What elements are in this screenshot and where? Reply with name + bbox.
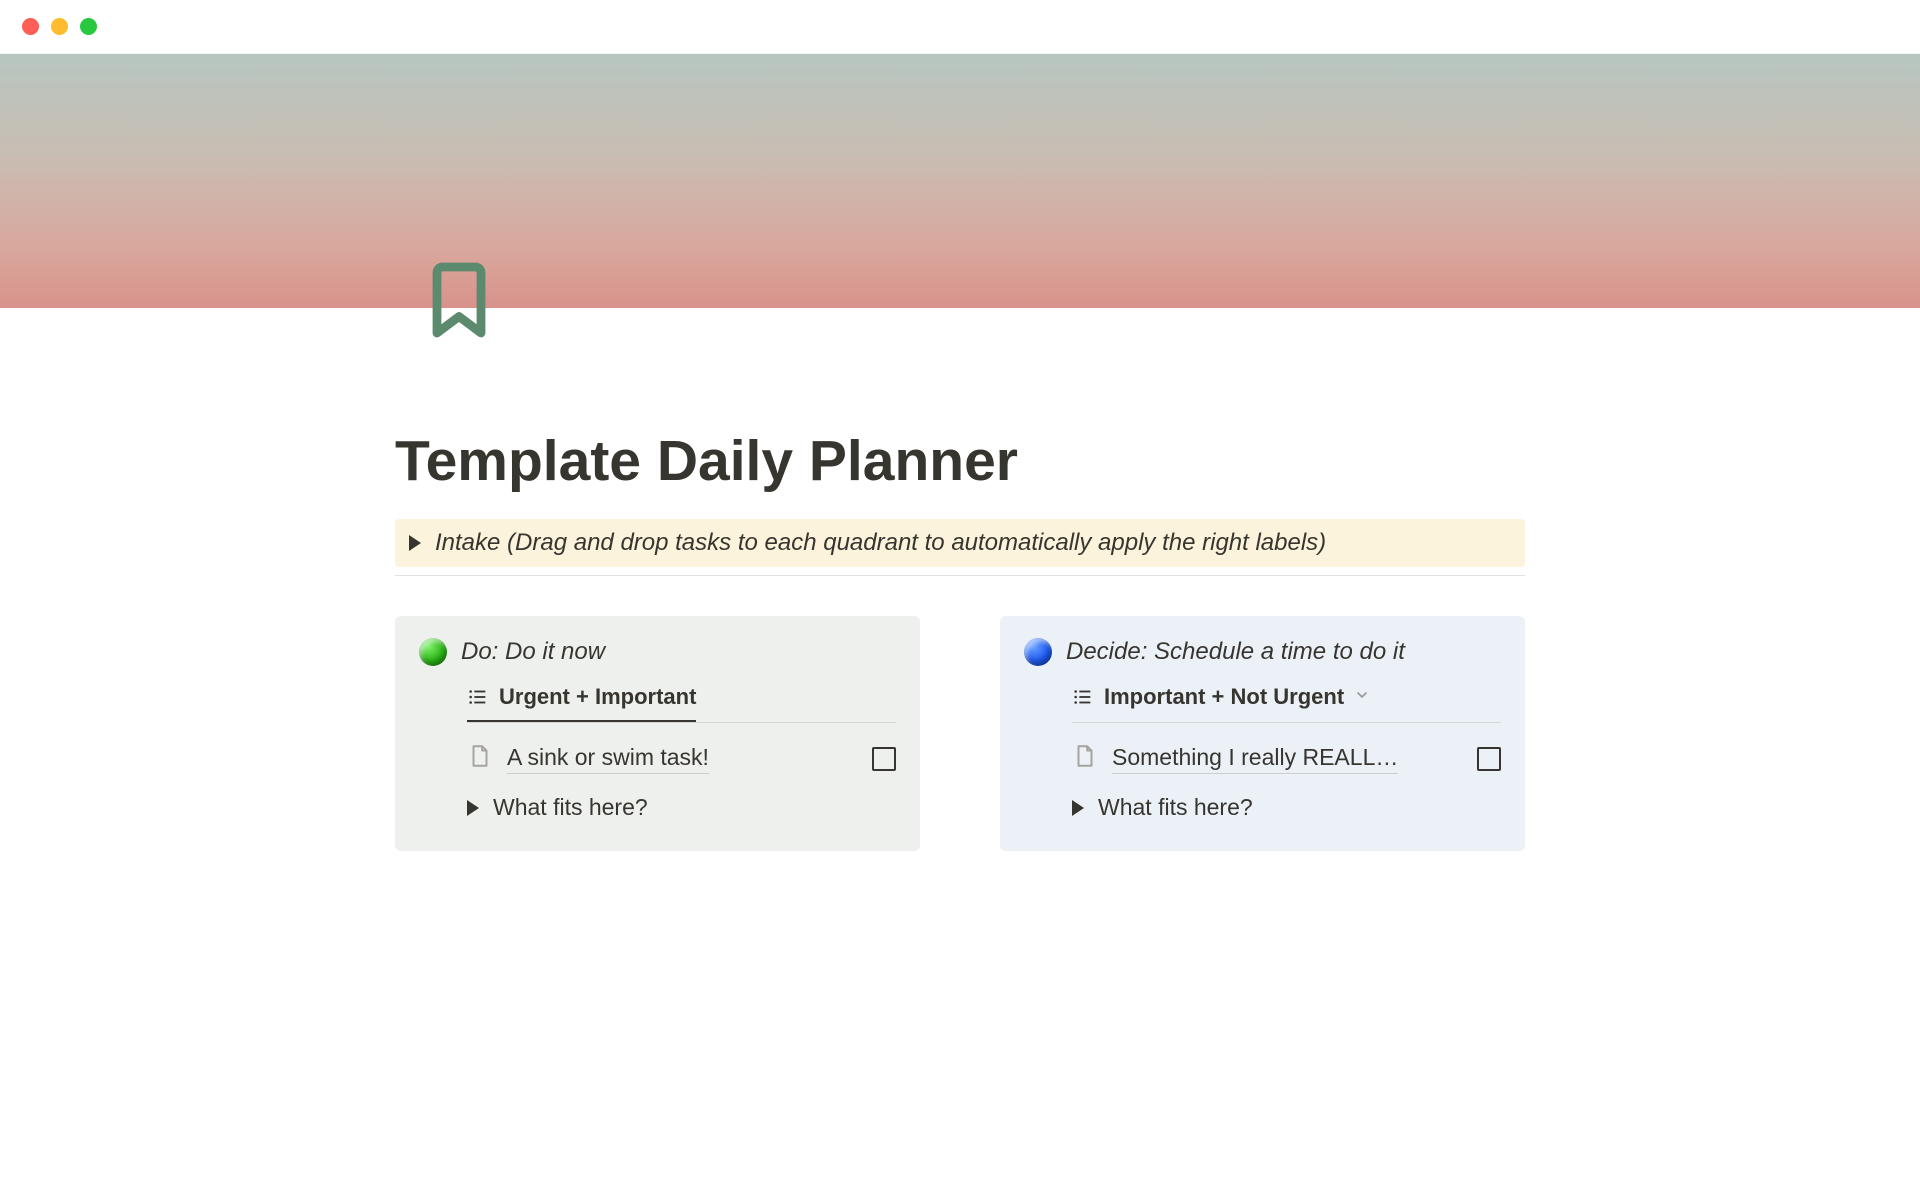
view-divider bbox=[1072, 722, 1501, 723]
window-zoom-button[interactable] bbox=[80, 18, 97, 35]
quadrant-do-header: Do: Do it now bbox=[419, 638, 896, 666]
task-checkbox-do[interactable] bbox=[872, 747, 896, 771]
page-icon[interactable] bbox=[415, 256, 503, 349]
task-row-decide[interactable]: Something I really REALL… bbox=[1072, 743, 1501, 774]
toggle-triangle-icon[interactable] bbox=[409, 535, 421, 551]
green-circle-icon bbox=[419, 638, 447, 666]
view-tab-do[interactable]: Urgent + Important bbox=[467, 684, 696, 722]
bookmark-icon bbox=[415, 256, 503, 344]
view-divider bbox=[467, 722, 896, 723]
toggle-triangle-icon[interactable] bbox=[1072, 800, 1084, 816]
quadrant-decide-title: Decide: Schedule a time to do it bbox=[1066, 638, 1405, 666]
what-fits-toggle-decide[interactable]: What fits here? bbox=[1072, 794, 1501, 821]
what-fits-text-decide: What fits here? bbox=[1098, 794, 1253, 821]
page-title[interactable]: Template Daily Planner bbox=[395, 308, 1525, 494]
what-fits-toggle-do[interactable]: What fits here? bbox=[467, 794, 896, 821]
quadrant-do[interactable]: Do: Do it now Urgent + Important bbox=[395, 616, 920, 851]
page-icon bbox=[1072, 743, 1098, 774]
quadrant-do-title: Do: Do it now bbox=[461, 638, 605, 666]
page-icon bbox=[467, 743, 493, 774]
blue-circle-icon bbox=[1024, 638, 1052, 666]
window-minimize-button[interactable] bbox=[51, 18, 68, 35]
window-close-button[interactable] bbox=[22, 18, 39, 35]
list-icon bbox=[467, 686, 489, 708]
divider bbox=[395, 575, 1525, 576]
window-titlebar bbox=[0, 0, 1920, 54]
view-tab-decide[interactable]: Important + Not Urgent bbox=[1072, 684, 1370, 722]
quadrant-decide[interactable]: Decide: Schedule a time to do it Importa… bbox=[1000, 616, 1525, 851]
toggle-triangle-icon[interactable] bbox=[467, 800, 479, 816]
intake-callout[interactable]: Intake (Drag and drop tasks to each quad… bbox=[395, 519, 1525, 567]
view-tab-do-label: Urgent + Important bbox=[499, 684, 696, 710]
list-icon bbox=[1072, 686, 1094, 708]
what-fits-text-do: What fits here? bbox=[493, 794, 648, 821]
chevron-down-icon[interactable] bbox=[1354, 687, 1370, 708]
task-title-do[interactable]: A sink or swim task! bbox=[507, 744, 709, 774]
task-title-decide[interactable]: Something I really REALL… bbox=[1112, 744, 1398, 774]
quadrants-row: Do: Do it now Urgent + Important bbox=[395, 616, 1525, 851]
view-tab-decide-label: Important + Not Urgent bbox=[1104, 684, 1344, 710]
task-checkbox-decide[interactable] bbox=[1477, 747, 1501, 771]
task-row-do[interactable]: A sink or swim task! bbox=[467, 743, 896, 774]
quadrant-decide-header: Decide: Schedule a time to do it bbox=[1024, 638, 1501, 666]
intake-callout-text: Intake (Drag and drop tasks to each quad… bbox=[435, 529, 1326, 557]
page-cover[interactable] bbox=[0, 54, 1920, 308]
